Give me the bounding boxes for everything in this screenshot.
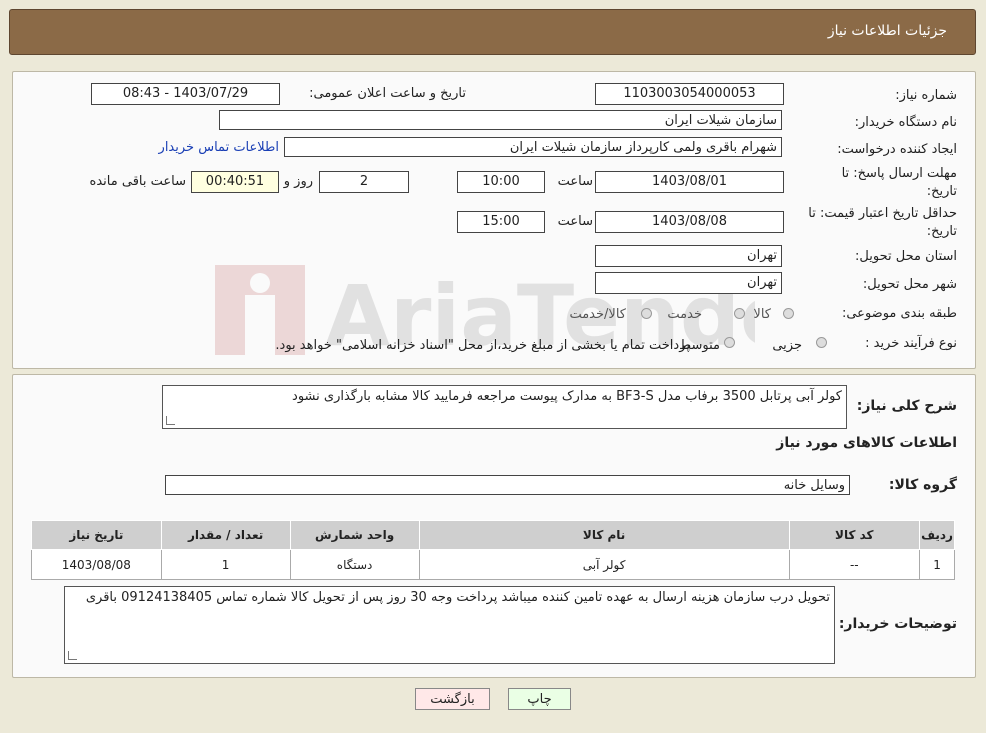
province-label: استان محل تحویل:: [855, 249, 957, 264]
summary-label: شرح کلی نیاز:: [856, 398, 957, 414]
reply-deadline-label-2: تاریخ:: [926, 184, 957, 199]
col-qty: تعداد / مقدار: [160, 520, 291, 550]
table-header-row: ردیف کد کالا نام کالا واحد شمارش تعداد /…: [31, 520, 955, 550]
category-radio-goods-service[interactable]: [641, 308, 652, 319]
items-table: ردیف کد کالا نام کالا واحد شمارش تعداد /…: [31, 520, 955, 580]
announce-label: تاریخ و ساعت اعلان عمومی:: [309, 86, 466, 101]
process-radio-medium[interactable]: [724, 337, 735, 348]
col-unit: واحد شمارش: [289, 520, 420, 550]
reply-date-field: 1403/08/01: [595, 171, 784, 193]
province-field: تهران: [595, 245, 782, 267]
col-row: ردیف: [919, 520, 955, 550]
cell-date: 1403/08/08: [31, 549, 162, 580]
process-label: نوع فرآیند خرید :: [865, 336, 957, 351]
category-option-service: خدمت: [667, 307, 702, 322]
price-date-field: 1403/08/08: [595, 211, 784, 233]
goods-group-label: گروه کالا:: [888, 477, 957, 493]
back-button[interactable]: بازگشت: [415, 688, 490, 710]
reply-deadline-label: مهلت ارسال پاسخ: تا: [841, 166, 957, 181]
requester-field: شهرام باقری ولمی کارپرداز سازمان شیلات ا…: [284, 137, 782, 157]
cell-unit: دستگاه: [289, 549, 420, 580]
resize-grip-icon[interactable]: [166, 416, 175, 425]
process-option-minor: جزیی: [772, 338, 802, 353]
buyer-notes-textarea[interactable]: تحویل درب سازمان هزینه ارسال به عهده تام…: [64, 586, 835, 664]
buyer-org-field: سازمان شیلات ایران: [219, 110, 782, 130]
goods-info-title: اطلاعات کالاهای مورد نیاز: [776, 435, 957, 451]
buyer-org-label: نام دستگاه خریدار:: [854, 115, 957, 130]
process-note: پرداخت تمام یا بخشی از مبلغ خرید،از محل …: [275, 338, 690, 353]
remaining-label: ساعت باقی مانده: [89, 174, 186, 189]
process-radio-minor[interactable]: [816, 337, 827, 348]
city-field: تهران: [595, 272, 782, 294]
summary-textarea[interactable]: کولر آبی پرتابل 3500 برفاب مدل BF3-S به …: [162, 385, 847, 429]
days-field: 2: [319, 171, 409, 193]
days-label: روز و: [283, 174, 313, 189]
summary-text: کولر آبی پرتابل 3500 برفاب مدل BF3-S به …: [292, 389, 842, 404]
price-validity-label: حداقل تاریخ اعتبار قیمت: تا: [808, 206, 957, 221]
buyer-notes-text: تحویل درب سازمان هزینه ارسال به عهده تام…: [85, 590, 830, 605]
price-time-field: 15:00: [457, 211, 545, 233]
need-number-label: شماره نیاز:: [895, 88, 957, 103]
reply-time-label: ساعت: [557, 174, 593, 189]
resize-grip-icon[interactable]: [68, 651, 77, 660]
category-radio-goods[interactable]: [783, 308, 794, 319]
price-time-label: ساعت: [557, 214, 593, 229]
cell-name: کولر آبی: [418, 549, 790, 580]
cell-row: 1: [919, 549, 955, 580]
page-title: جزئیات اطلاعات نیاز: [827, 23, 947, 39]
requester-label: ایجاد کننده درخواست:: [837, 142, 957, 157]
city-label: شهر محل تحویل:: [862, 277, 957, 292]
category-radio-service[interactable]: [734, 308, 745, 319]
goods-group-field: وسایل خانه: [165, 475, 850, 495]
col-name: نام کالا: [418, 520, 790, 550]
buyer-notes-label: توضیحات خریدار:: [838, 616, 957, 632]
table-row: 1 -- کولر آبی دستگاه 1 1403/08/08: [31, 549, 955, 580]
title-bar: جزئیات اطلاعات نیاز: [9, 9, 976, 55]
cell-qty: 1: [160, 549, 291, 580]
print-button[interactable]: چاپ: [508, 688, 571, 710]
col-code: کد کالا: [788, 520, 921, 550]
cell-code: --: [788, 549, 921, 580]
remaining-time-field: 00:40:51: [191, 171, 279, 193]
category-label: طبقه بندی موضوعی:: [841, 306, 957, 321]
category-option-goods-service: کالا/خدمت: [569, 307, 626, 322]
reply-time-field: 10:00: [457, 171, 545, 193]
category-option-goods: کالا: [753, 307, 771, 322]
announce-field: 1403/07/29 - 08:43: [91, 83, 280, 105]
need-number-field: 1103003054000053: [595, 83, 784, 105]
col-date: تاریخ نیاز: [31, 520, 162, 550]
price-validity-label-2: تاریخ:: [926, 224, 957, 239]
buyer-contact-link[interactable]: اطلاعات تماس خریدار: [159, 140, 279, 155]
